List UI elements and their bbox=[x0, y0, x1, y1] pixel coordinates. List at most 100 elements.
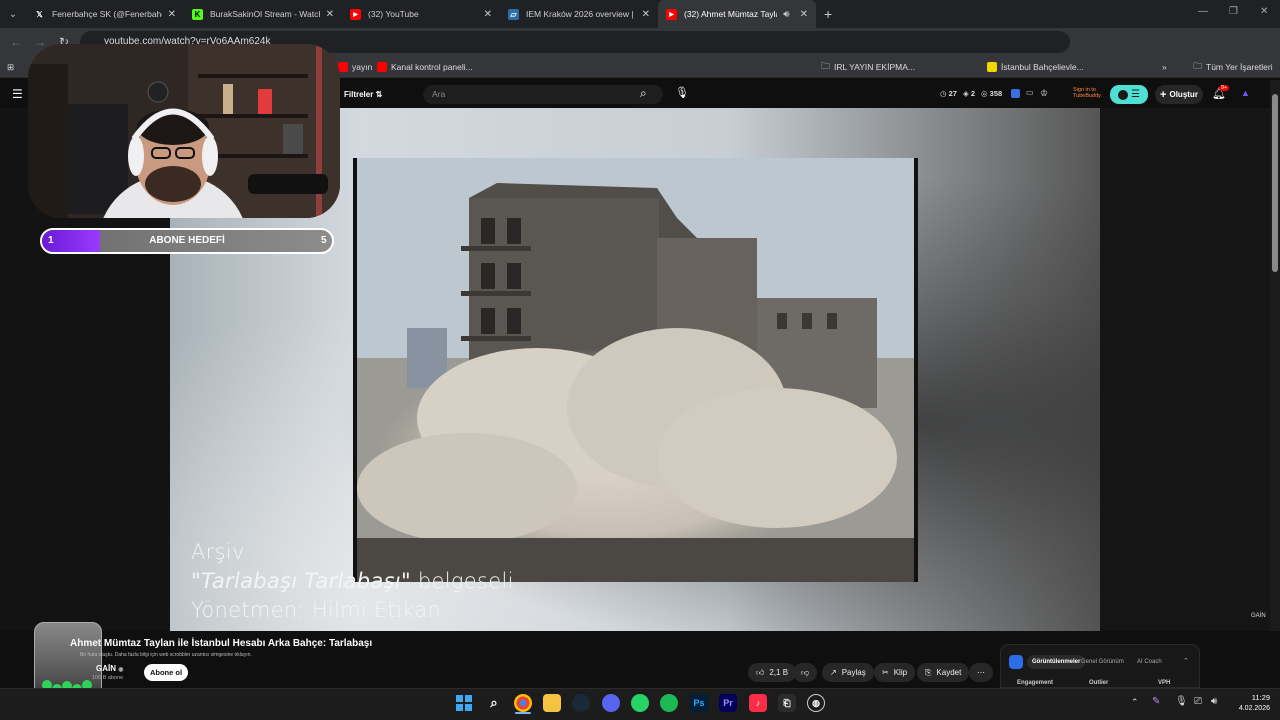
search-input[interactable]: Ara bbox=[423, 85, 663, 104]
discord-icon[interactable] bbox=[602, 694, 620, 712]
tab-youtube-video[interactable]: ▶ (32) Ahmet Mümtaz Taylan 🔊︎ ✕ bbox=[658, 0, 816, 28]
back-icon[interactable]: ← bbox=[4, 35, 28, 49]
hamburger-menu-icon[interactable]: ☰ bbox=[12, 87, 23, 101]
create-label: Oluştur bbox=[1169, 90, 1198, 99]
channel-stats: ◷ 27 ◈ 2 ◎ 358 bbox=[940, 89, 1002, 98]
new-tab-button[interactable]: + bbox=[824, 6, 832, 22]
close-tab-icon[interactable]: ✕ bbox=[484, 9, 492, 20]
filters-button[interactable]: Filtreler ⇅ bbox=[344, 90, 382, 99]
vidiq-icon bbox=[1009, 655, 1023, 669]
comments-icon: ◈ 2 bbox=[962, 89, 976, 98]
thumbs-down-icon: 👎︎ bbox=[801, 668, 810, 677]
search-icon[interactable]: ⌕ bbox=[485, 694, 503, 712]
filters-label: Filtreler bbox=[344, 90, 374, 99]
folder-icon: 🗀︎ bbox=[1193, 61, 1203, 71]
bookmark-kanal-kontrol[interactable]: Kanal kontrol paneli... bbox=[377, 60, 473, 74]
scrobbler-error-note[interactable]: Bir hata oluştu. Daha fazla bilgi için w… bbox=[80, 652, 252, 658]
tubebuddy-signin-link[interactable]: Sign in to TubeBuddy bbox=[1073, 87, 1107, 99]
caption-director: Yönetmen: Hilmi Etikan bbox=[191, 598, 442, 622]
bookmark-folder-irl[interactable]: 🗀︎ IRL YAYIN EKİPMA... bbox=[821, 60, 915, 74]
tab-search-icon[interactable]: ⌄ bbox=[0, 0, 26, 28]
caption-archive: Arşiv bbox=[191, 540, 245, 564]
whatsapp-icon[interactable] bbox=[631, 694, 649, 712]
scissors-icon: ✂ bbox=[882, 668, 889, 677]
dislike-button[interactable]: 👎︎ bbox=[793, 663, 818, 682]
all-bookmarks[interactable]: 🗀︎ Tüm Yer İşaretleri bbox=[1193, 60, 1273, 74]
minimize-icon[interactable]: — bbox=[1198, 6, 1208, 17]
views-icon: ◎ 358 bbox=[981, 89, 1003, 98]
save-button[interactable]: ⎘ Kaydet bbox=[917, 663, 970, 682]
music-icon[interactable]: ♪ bbox=[749, 694, 767, 712]
tab-fenerbahce[interactable]: 𝕏 Fenerbahçe SK (@Fenerbahce) ✕ bbox=[26, 0, 184, 28]
panel-tab-views[interactable]: Görüntülenmeler bbox=[1027, 655, 1086, 669]
subscribe-button[interactable]: Abone ol bbox=[144, 664, 188, 681]
folder-icon: 🗀︎ bbox=[821, 61, 831, 71]
file-explorer-icon[interactable] bbox=[543, 694, 561, 712]
speaker-icon[interactable]: 🔊︎ bbox=[783, 9, 789, 20]
tab-kick-stream[interactable]: K BurakSakinOl Stream - Watch L ✕ bbox=[184, 0, 342, 28]
share-button[interactable]: ↗ Paylaş bbox=[822, 663, 874, 682]
search-icon[interactable]: ⌕ bbox=[640, 86, 647, 101]
like-button[interactable]: 👍︎ 2,1 B bbox=[748, 663, 797, 682]
channel-name[interactable]: GAİN ◉ bbox=[96, 664, 123, 673]
volume-icon[interactable]: 🔊︎ bbox=[1211, 696, 1217, 707]
subscriber-goal-bar: 1 ABONE HEDEFİ 5 bbox=[40, 228, 334, 254]
extension-icon[interactable]: ▭ bbox=[1026, 88, 1034, 97]
close-tab-icon[interactable]: ✕ bbox=[326, 9, 334, 20]
collapse-panel-icon[interactable]: ⌃ bbox=[1183, 657, 1189, 665]
network-icon[interactable]: ⎚ bbox=[1194, 696, 1202, 707]
tab-youtube-home[interactable]: ▶ (32) YouTube ✕ bbox=[342, 0, 500, 28]
close-tab-icon[interactable]: ✕ bbox=[642, 9, 650, 20]
extension-icon[interactable] bbox=[1011, 89, 1020, 98]
maximize-icon[interactable]: ❐ bbox=[1229, 6, 1238, 17]
more-bookmarks-icon[interactable]: » bbox=[1162, 60, 1167, 74]
clip-button[interactable]: ✂ Klip bbox=[874, 663, 916, 682]
bookmark-yayin[interactable]: yayın bbox=[338, 60, 372, 74]
spotify-icon[interactable] bbox=[660, 694, 678, 712]
filter-icon: ⇅ bbox=[375, 90, 383, 99]
bookmark-label: IRL YAYIN EKİPMA... bbox=[834, 62, 915, 72]
bookmark-label: Kanal kontrol paneli... bbox=[391, 62, 473, 72]
apps-grid-icon[interactable]: ⊞ bbox=[7, 60, 14, 74]
obs-icon[interactable]: ◍ bbox=[807, 694, 825, 712]
caption-documentary: "Tarlabaşı Tarlabaşı" belgeseli bbox=[191, 569, 514, 593]
extension-icon[interactable]: ♔ bbox=[1040, 88, 1048, 99]
tab-title: IEM Kraków 2026 overview | HL bbox=[526, 9, 636, 19]
bookmark-icon bbox=[987, 62, 997, 72]
panel-tab-overview[interactable]: Genel Görünüm bbox=[1081, 659, 1124, 665]
avatar[interactable]: ▲ bbox=[1241, 88, 1250, 98]
clock-time[interactable]: 11:29 bbox=[1234, 693, 1270, 702]
create-button[interactable]: + Oluştur bbox=[1155, 85, 1203, 104]
channel-watermark: GAİN bbox=[1251, 613, 1266, 619]
tray-app-icon[interactable]: ✎ bbox=[1152, 696, 1160, 707]
close-tab-icon[interactable]: ✕ bbox=[800, 9, 808, 20]
tubebuddy-button[interactable]: ☰ bbox=[1110, 85, 1148, 104]
photoshop-icon[interactable]: Ps bbox=[690, 694, 708, 712]
youtube-icon: ▶ bbox=[666, 8, 677, 20]
panel-tab-ai-coach[interactable]: AI Coach bbox=[1137, 659, 1162, 665]
clock-date[interactable]: 4.02.2026 bbox=[1226, 705, 1270, 712]
more-actions-button[interactable]: ⋯ bbox=[969, 663, 993, 682]
chrome-icon[interactable] bbox=[514, 694, 532, 712]
tab-hltv[interactable]: ▱ IEM Kraków 2026 overview | HL ✕ bbox=[500, 0, 658, 28]
like-count: 2,1 B bbox=[769, 668, 789, 677]
bookmark-label: Tüm Yer İşaretleri bbox=[1206, 62, 1273, 72]
windows-start-icon[interactable] bbox=[455, 694, 473, 712]
close-window-icon[interactable]: ✕ bbox=[1260, 6, 1268, 17]
microphone-icon[interactable]: 🎙︎ bbox=[1175, 696, 1188, 707]
page-scrollbar[interactable] bbox=[1270, 80, 1280, 690]
video-title: Ahmet Mümtaz Taylan ile İstanbul Hesabı … bbox=[70, 638, 373, 649]
premiere-icon[interactable]: Pr bbox=[719, 694, 737, 712]
scroll-thumb[interactable] bbox=[1272, 94, 1278, 272]
streamer-webcam bbox=[28, 44, 340, 218]
col-vph: VPH bbox=[1158, 680, 1171, 686]
microphone-icon[interactable]: 🎙︎ bbox=[675, 86, 689, 102]
steam-icon[interactable] bbox=[572, 694, 590, 712]
close-tab-icon[interactable]: ✕ bbox=[168, 9, 176, 20]
tray-overflow-icon[interactable]: ⌃ bbox=[1131, 697, 1139, 708]
tubebuddy-icon bbox=[1118, 89, 1129, 100]
analytics-panel: Görüntülenmeler Genel Görünüm AI Coach ⌃… bbox=[1000, 644, 1200, 688]
app-icon[interactable]: ⎗ bbox=[778, 694, 796, 712]
bookmark-istanbul[interactable]: İstanbul Bahçelievle... bbox=[987, 60, 1084, 74]
goal-label: ABONE HEDEFİ bbox=[149, 235, 225, 246]
